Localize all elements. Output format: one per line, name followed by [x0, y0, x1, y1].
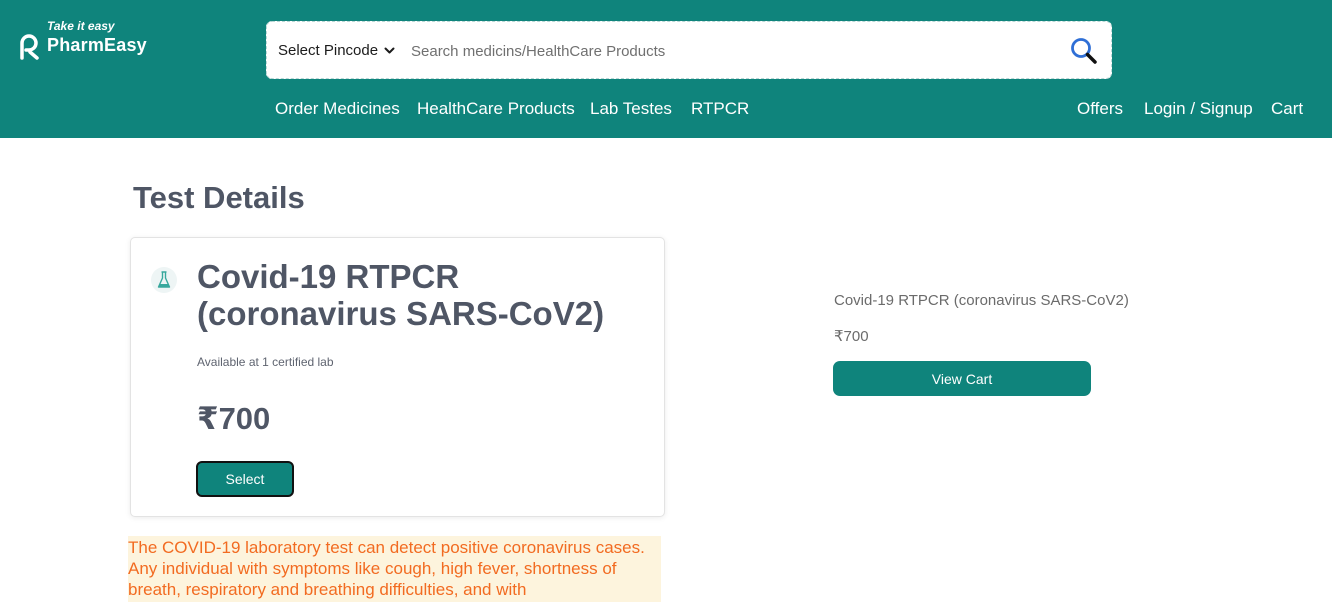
search-icon[interactable] — [1069, 36, 1099, 66]
view-cart-button[interactable]: View Cart — [833, 361, 1091, 396]
pincode-select[interactable]: Select Pincode — [278, 42, 395, 59]
nav-healthcare-products[interactable]: HealthCare Products — [417, 99, 575, 119]
nav-login-signup[interactable]: Login / Signup — [1144, 99, 1253, 119]
pharmeasy-logo-icon — [20, 34, 39, 60]
top-header: Take it easy PharmEasy Select Pincode Or… — [0, 0, 1332, 138]
nav-lab-tests[interactable]: Lab Testes — [590, 99, 672, 119]
brand-tagline: Take it easy — [47, 19, 115, 33]
page-title: Test Details — [133, 180, 305, 215]
lab-availability: Available at 1 certified lab — [197, 355, 334, 369]
cart-item-price: ₹700 — [834, 328, 869, 345]
chevron-down-icon — [384, 47, 395, 53]
nav-offers[interactable]: Offers — [1077, 99, 1123, 119]
pharmeasy-logo[interactable]: Take it easy PharmEasy — [18, 18, 168, 66]
search-input[interactable] — [411, 36, 1051, 66]
nav-order-medicines[interactable]: Order Medicines — [275, 99, 400, 119]
nav-cart[interactable]: Cart — [1271, 99, 1303, 119]
flask-icon — [151, 267, 177, 293]
test-name: Covid-19 RTPCR (coronavirus SARS-CoV2) — [197, 258, 605, 332]
nav-rtpcr[interactable]: RTPCR — [691, 99, 749, 119]
test-description: The COVID-19 laboratory test can detect … — [128, 536, 661, 602]
cart-item-name: Covid-19 RTPCR (coronavirus SARS-CoV2) — [834, 292, 1129, 309]
search-bar: Select Pincode — [266, 21, 1112, 79]
test-price: ₹700 — [197, 401, 271, 436]
select-button[interactable]: Select — [196, 461, 294, 497]
brand-name: PharmEasy — [47, 35, 147, 55]
pincode-label: Select Pincode — [278, 42, 379, 59]
test-card: Covid-19 RTPCR (coronavirus SARS-CoV2) A… — [130, 237, 665, 517]
